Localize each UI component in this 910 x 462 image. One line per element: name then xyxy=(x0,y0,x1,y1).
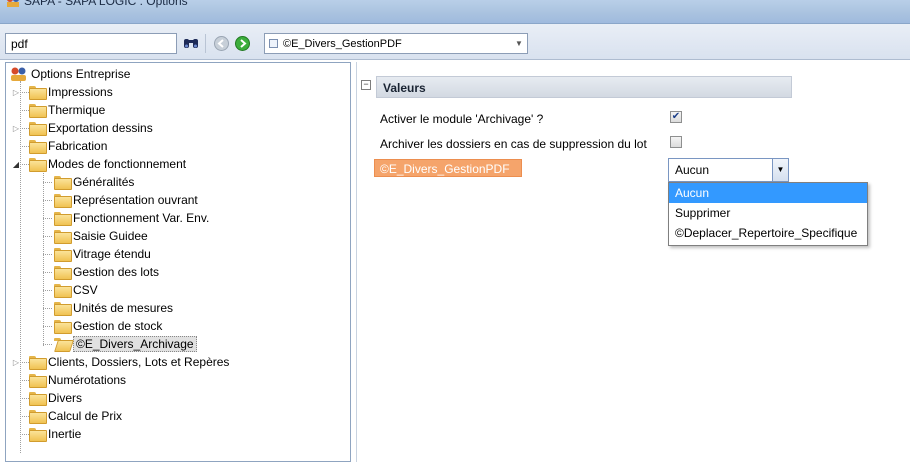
tree-label: Généralités xyxy=(73,175,135,189)
tree-label: Exportation dessins xyxy=(48,121,153,135)
chevron-down-icon[interactable]: ▼ xyxy=(772,159,788,181)
tree-item-vitrage-etendu[interactable]: Vitrage étendu xyxy=(38,245,151,263)
tree-item-csv[interactable]: CSV xyxy=(38,281,98,299)
folder-icon xyxy=(29,428,47,442)
app-people-icon xyxy=(7,0,19,7)
dropdown-option-aucun[interactable]: Aucun xyxy=(669,183,867,203)
folder-icon xyxy=(29,122,47,136)
folder-icon xyxy=(29,356,47,370)
binoculars-icon[interactable] xyxy=(182,34,200,52)
tree-item-clients-dossiers[interactable]: ▷ Clients, Dossiers, Lots et Repères xyxy=(12,353,229,371)
folder-icon xyxy=(29,392,47,406)
people-icon xyxy=(11,67,26,81)
title-bar: SAPA - SAPA LOGIC : Options xyxy=(0,0,910,24)
dropdown-option-deplacer[interactable]: ©Deplacer_Repertoire_Specifique xyxy=(669,223,867,243)
tree-item-fabrication[interactable]: Fabrication xyxy=(12,137,107,155)
tree-item-unites-de-mesures[interactable]: Unités de mesures xyxy=(38,299,173,317)
window-title: SAPA - SAPA LOGIC : Options xyxy=(24,0,188,8)
expand-triangle-icon[interactable]: ▷ xyxy=(12,88,20,97)
tree-label: Fabrication xyxy=(48,139,108,153)
folder-icon xyxy=(54,266,72,280)
gestion-pdf-select[interactable]: Aucun ▼ xyxy=(668,158,789,182)
forward-arrow-icon[interactable] xyxy=(233,34,251,52)
archiver-dossiers-label: Archiver les dossiers en cas de suppress… xyxy=(380,137,647,151)
activer-archivage-checkbox[interactable]: ✔ xyxy=(670,111,682,123)
options-tree: Options Entreprise ▷ Impressions Thermiq… xyxy=(5,62,351,462)
tree-label: Clients, Dossiers, Lots et Repères xyxy=(48,355,230,369)
folder-icon xyxy=(54,230,72,244)
tree-item-fonctionnement-var-env[interactable]: Fonctionnement Var. Env. xyxy=(38,209,209,227)
folder-icon xyxy=(54,320,72,334)
property-icon xyxy=(269,39,278,48)
folder-icon xyxy=(54,284,72,298)
tree-label-selected: ©E_Divers_Archivage xyxy=(73,336,197,352)
collapse-category-icon[interactable]: − xyxy=(361,80,371,90)
tree-item-gestion-de-stock[interactable]: Gestion de stock xyxy=(38,317,162,335)
tree-label: Fonctionnement Var. Env. xyxy=(73,211,210,225)
tree-label: Inertie xyxy=(48,427,82,441)
category-header: Valeurs xyxy=(376,76,792,98)
folder-icon xyxy=(54,194,72,208)
folder-icon xyxy=(54,248,72,262)
tree-item-divers[interactable]: Divers xyxy=(12,389,82,407)
tree-label: Gestion des lots xyxy=(73,265,160,279)
folder-icon xyxy=(29,410,47,424)
tree-label: Divers xyxy=(48,391,83,405)
tree-label: Gestion de stock xyxy=(73,319,163,333)
expand-triangle-icon[interactable]: ▷ xyxy=(12,124,20,133)
folder-icon xyxy=(29,140,47,154)
activer-archivage-label: Activer le module 'Archivage' ? xyxy=(380,112,544,126)
folder-icon xyxy=(29,158,47,172)
path-combo[interactable]: ©E_Divers_GestionPDF ▼ xyxy=(264,33,528,54)
tree-item-generalites[interactable]: Généralités xyxy=(38,173,134,191)
toolbar-separator xyxy=(205,34,206,53)
gestion-pdf-label: ©E_Divers_GestionPDF xyxy=(374,159,522,177)
folder-icon xyxy=(54,176,72,190)
tree-label: Saisie Guidee xyxy=(73,229,148,243)
folder-icon xyxy=(29,374,47,388)
gestion-pdf-value: Aucun xyxy=(675,163,710,177)
tree-item-impressions[interactable]: ▷ Impressions xyxy=(12,83,113,101)
tree-item-representation-ouvrant[interactable]: Représentation ouvrant xyxy=(38,191,198,209)
tree-item-saisie-guidee[interactable]: Saisie Guidee xyxy=(38,227,148,245)
collapse-triangle-icon[interactable]: ◢ xyxy=(12,160,20,169)
path-combo-value: ©E_Divers_GestionPDF xyxy=(283,37,402,50)
gestion-pdf-dropdown: Aucun Supprimer ©Deplacer_Repertoire_Spe… xyxy=(668,182,868,246)
tree-label: CSV xyxy=(73,283,98,297)
tree-item-modes-de-fonctionnement[interactable]: ◢ Modes de fonctionnement xyxy=(12,155,186,173)
tree-item-calcul-de-prix[interactable]: Calcul de Prix xyxy=(12,407,122,425)
tree-label: Modes de fonctionnement xyxy=(48,157,187,171)
tree-item-exportation-dessins[interactable]: ▷ Exportation dessins xyxy=(12,119,153,137)
back-arrow-icon[interactable] xyxy=(212,34,230,52)
tree-root[interactable]: Options Entreprise xyxy=(10,65,130,83)
search-input[interactable] xyxy=(5,33,177,54)
expand-triangle-icon[interactable]: ▷ xyxy=(12,358,20,367)
folder-icon xyxy=(54,302,72,316)
folder-icon xyxy=(54,212,72,226)
dropdown-option-supprimer[interactable]: Supprimer xyxy=(669,203,867,223)
tree-item-inertie[interactable]: Inertie xyxy=(12,425,81,443)
tree-label: Numérotations xyxy=(48,373,127,387)
folder-icon xyxy=(29,104,47,118)
tree-item-numerotations[interactable]: Numérotations xyxy=(12,371,126,389)
tree-label: Vitrage étendu xyxy=(73,247,151,261)
tree-item-thermique[interactable]: Thermique xyxy=(12,101,105,119)
tree-label: Impressions xyxy=(48,85,113,99)
archiver-dossiers-checkbox[interactable] xyxy=(670,136,682,148)
chevron-down-icon: ▼ xyxy=(515,39,523,48)
folder-icon xyxy=(29,86,47,100)
tree-root-label: Options Entreprise xyxy=(31,67,131,81)
tree-label: Unités de mesures xyxy=(73,301,174,315)
tree-label: Représentation ouvrant xyxy=(73,193,198,207)
tree-label: Calcul de Prix xyxy=(48,409,123,423)
tree-item-gestion-des-lots[interactable]: Gestion des lots xyxy=(38,263,159,281)
open-folder-icon xyxy=(54,338,70,350)
tree-label: Thermique xyxy=(48,103,106,117)
tree-item-divers-archivage[interactable]: ©E_Divers_Archivage xyxy=(38,335,197,353)
